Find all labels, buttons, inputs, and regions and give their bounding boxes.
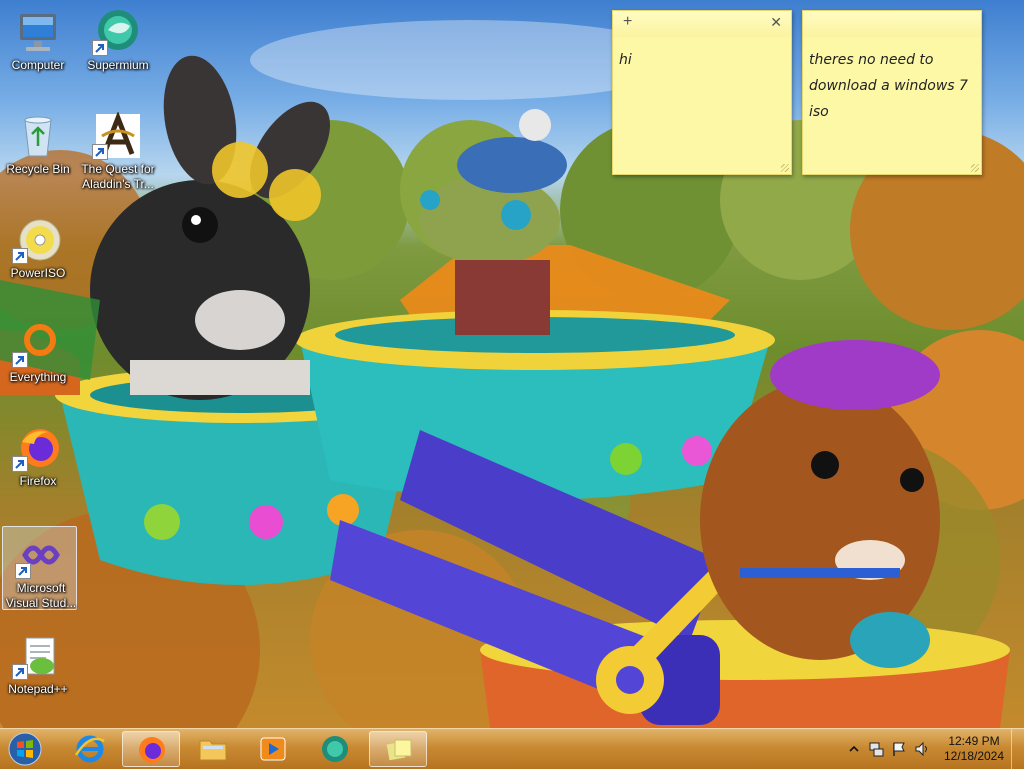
desktop-icon-label: Microsoft Visual Stud... bbox=[5, 581, 77, 610]
taskbar-sticky-notes[interactable] bbox=[369, 731, 427, 767]
internet-explorer-icon bbox=[74, 735, 105, 763]
sticky-note-text[interactable]: hi bbox=[619, 47, 785, 73]
shortcut-arrow-icon bbox=[92, 144, 108, 160]
taskbar-firefox[interactable] bbox=[122, 731, 180, 767]
desktop-icon-label: The Quest for Aladdin's Tr... bbox=[81, 162, 155, 191]
desktop-icon-label: Firefox bbox=[19, 474, 57, 488]
clock-date: 12/18/2024 bbox=[943, 749, 1005, 763]
computer-icon bbox=[20, 14, 56, 51]
sticky-note[interactable]: theres no need to download a windows 7 i… bbox=[802, 10, 982, 175]
desktop-icon-visual-studio[interactable]: Microsoft Visual Stud... bbox=[2, 526, 77, 610]
shortcut-arrow-icon bbox=[12, 352, 28, 368]
desktop-icon-label: Supermium bbox=[87, 58, 149, 72]
sticky-note-titlebar[interactable] bbox=[803, 11, 981, 37]
desktop-icon-label: Recycle Bin bbox=[6, 162, 70, 176]
desktop-icon-label: Notepad++ bbox=[8, 682, 68, 696]
shortcut-arrow-icon bbox=[12, 664, 28, 680]
taskbar: 12:49 PM 12/18/2024 bbox=[0, 728, 1024, 769]
sticky-note-text[interactable]: theres no need to download a windows 7 i… bbox=[809, 47, 975, 125]
shortcut-arrow-icon bbox=[12, 456, 28, 472]
desktop-icon-notepadpp[interactable]: Notepad++ bbox=[0, 628, 76, 724]
desktop-icon-label: Computer bbox=[11, 58, 65, 72]
show-desktop-button[interactable] bbox=[1011, 729, 1024, 769]
volume-icon[interactable] bbox=[914, 741, 930, 757]
desktop-icon-recycle-bin[interactable]: Recycle Bin bbox=[0, 108, 76, 204]
resize-grip-icon[interactable] bbox=[781, 164, 789, 172]
firefox-icon bbox=[139, 737, 165, 763]
network-icon[interactable] bbox=[868, 741, 884, 757]
taskbar-media-player[interactable] bbox=[244, 731, 302, 767]
desktop-icon-label: Everything bbox=[9, 370, 67, 384]
recycle-bin-icon bbox=[24, 116, 52, 157]
shortcut-arrow-icon bbox=[92, 40, 108, 56]
plus-icon[interactable]: + bbox=[623, 13, 632, 31]
desktop-icon-computer[interactable]: Computer bbox=[0, 4, 76, 100]
shortcut-arrow-icon bbox=[15, 563, 31, 579]
sticky-note[interactable]: + ✕ hi bbox=[612, 10, 792, 175]
clock[interactable]: 12:49 PM 12/18/2024 bbox=[938, 734, 1010, 764]
start-button[interactable] bbox=[5, 731, 45, 767]
action-center-flag-icon[interactable] bbox=[891, 741, 907, 757]
desktop-icon-everything[interactable]: Everything bbox=[0, 316, 76, 412]
media-player-icon bbox=[260, 737, 286, 761]
sticky-note-titlebar[interactable]: + ✕ bbox=[613, 11, 791, 37]
resize-grip-icon[interactable] bbox=[971, 164, 979, 172]
desktop-icon-supermium[interactable]: Supermium bbox=[80, 4, 156, 100]
taskbar-file-explorer[interactable] bbox=[184, 731, 242, 767]
desktop-icon-quest-for-aladdin[interactable]: The Quest for Aladdin's Tr... bbox=[80, 108, 156, 204]
desktop-icon-firefox[interactable]: Firefox bbox=[0, 420, 76, 516]
shortcut-arrow-icon bbox=[12, 248, 28, 264]
clock-time: 12:49 PM bbox=[948, 734, 1000, 748]
close-icon[interactable]: ✕ bbox=[770, 14, 782, 31]
desktop-icon-label: PowerISO bbox=[10, 266, 66, 280]
sticky-notes-icon bbox=[386, 739, 412, 761]
desktop-icon-poweriso[interactable]: PowerISO bbox=[0, 212, 76, 308]
taskbar-internet-explorer[interactable] bbox=[61, 731, 119, 767]
show-hidden-icons[interactable] bbox=[846, 741, 862, 757]
taskbar-supermium[interactable] bbox=[306, 731, 364, 767]
supermium-icon bbox=[322, 736, 348, 762]
file-explorer-icon bbox=[199, 740, 227, 761]
